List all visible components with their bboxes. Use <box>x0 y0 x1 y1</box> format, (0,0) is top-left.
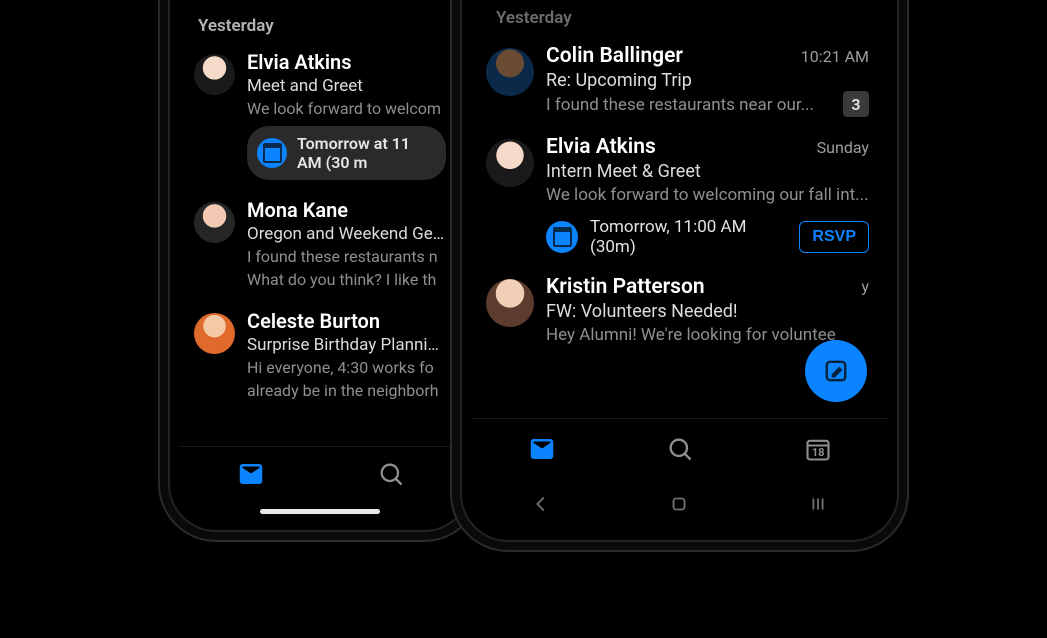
subject: Meet and Greet <box>247 76 446 96</box>
avatar <box>486 279 534 327</box>
email-item[interactable]: Elvia Atkins Meet and Greet We look forw… <box>180 40 460 188</box>
email-item[interactable]: Mona Kane Oregon and Weekend Geta I foun… <box>180 188 460 299</box>
subject: FW: Volunteers Needed! <box>546 301 869 322</box>
preview: Hi everyone, 4:30 works fo <box>247 357 446 379</box>
calendar-icon <box>257 138 287 168</box>
avatar <box>194 313 235 354</box>
section-label-yesterday: Yesterday <box>496 8 572 28</box>
subject: Intern Meet & Greet <box>546 161 869 182</box>
avatar <box>194 54 235 95</box>
rsvp-button[interactable]: RSVP <box>799 221 869 253</box>
avatar <box>486 48 534 96</box>
compose-icon <box>823 358 849 384</box>
phone-right: Yesterday Colin Ballinger 10:21 AM Re: U… <box>462 0 897 540</box>
sender: Celeste Burton <box>247 309 380 333</box>
system-back[interactable] <box>530 493 552 519</box>
mail-tab[interactable] <box>236 459 266 493</box>
email-list-right: Colin Ballinger 10:21 AM Re: Upcoming Tr… <box>472 34 887 355</box>
event-text: Tomorrow, 11:00 AM (30m) <box>590 217 787 257</box>
system-home[interactable] <box>668 493 690 519</box>
sender: Elvia Atkins <box>546 135 656 159</box>
avatar <box>194 202 235 243</box>
sender: Colin Ballinger <box>546 44 683 68</box>
subject: Oregon and Weekend Geta <box>247 224 446 244</box>
search-tab[interactable] <box>666 435 694 467</box>
time: y <box>861 277 869 296</box>
time: 10:21 AM <box>801 47 869 66</box>
tab-bar <box>180 446 460 504</box>
email-list-left: Elvia Atkins Meet and Greet We look forw… <box>180 40 460 410</box>
preview: I found these restaurants n <box>247 246 446 268</box>
android-system-nav <box>472 482 887 530</box>
compose-fab[interactable] <box>805 340 867 402</box>
section-label-yesterday: Yesterday <box>198 16 274 36</box>
email-item[interactable]: Colin Ballinger 10:21 AM Re: Upcoming Tr… <box>472 34 887 125</box>
sender: Mona Kane <box>247 198 348 222</box>
email-item[interactable]: Elvia Atkins Sunday Intern Meet & Greet … <box>472 125 887 265</box>
event-row: Tomorrow, 11:00 AM (30m) RSVP <box>546 217 869 257</box>
search-icon <box>377 460 405 488</box>
event-chip-text: Tomorrow at 11 AM (30 m <box>297 134 432 172</box>
preview: I found these restaurants near our... <box>546 94 833 117</box>
screen-right: Yesterday Colin Ballinger 10:21 AM Re: U… <box>472 0 887 530</box>
calendar-day: 18 <box>804 446 832 459</box>
square-icon <box>668 493 690 515</box>
search-icon <box>666 435 694 463</box>
three-bars-icon <box>807 493 829 515</box>
mail-icon <box>527 434 557 464</box>
sender: Elvia Atkins <box>247 50 352 74</box>
mail-icon <box>236 459 266 489</box>
time: Sunday <box>817 138 869 157</box>
preview: What do you think? I like th <box>247 269 446 291</box>
sender: Kristin Patterson <box>546 275 705 299</box>
chevron-left-icon <box>530 493 552 515</box>
subject: Surprise Birthday Planning <box>247 335 446 355</box>
calendar-tab[interactable]: 18 <box>804 435 832 467</box>
preview: We look forward to welcoming our fall in… <box>546 184 869 207</box>
thread-count-badge: 3 <box>843 91 869 117</box>
system-recents[interactable] <box>807 493 829 519</box>
calendar-icon <box>546 221 578 253</box>
phone-left: Yesterday Elvia Atkins Meet and Greet We… <box>170 0 470 530</box>
home-indicator <box>260 509 380 514</box>
preview: We look forward to welcom <box>247 98 446 120</box>
tab-bar: 18 <box>472 418 887 482</box>
preview: already be in the neighborh <box>247 380 446 402</box>
email-item[interactable]: Celeste Burton Surprise Birthday Plannin… <box>180 299 460 410</box>
screen-left: Yesterday Elvia Atkins Meet and Greet We… <box>180 0 460 520</box>
mail-tab[interactable] <box>527 434 557 468</box>
avatar <box>486 139 534 187</box>
event-chip[interactable]: Tomorrow at 11 AM (30 m <box>247 126 446 180</box>
search-tab[interactable] <box>377 460 405 492</box>
subject: Re: Upcoming Trip <box>546 70 869 91</box>
